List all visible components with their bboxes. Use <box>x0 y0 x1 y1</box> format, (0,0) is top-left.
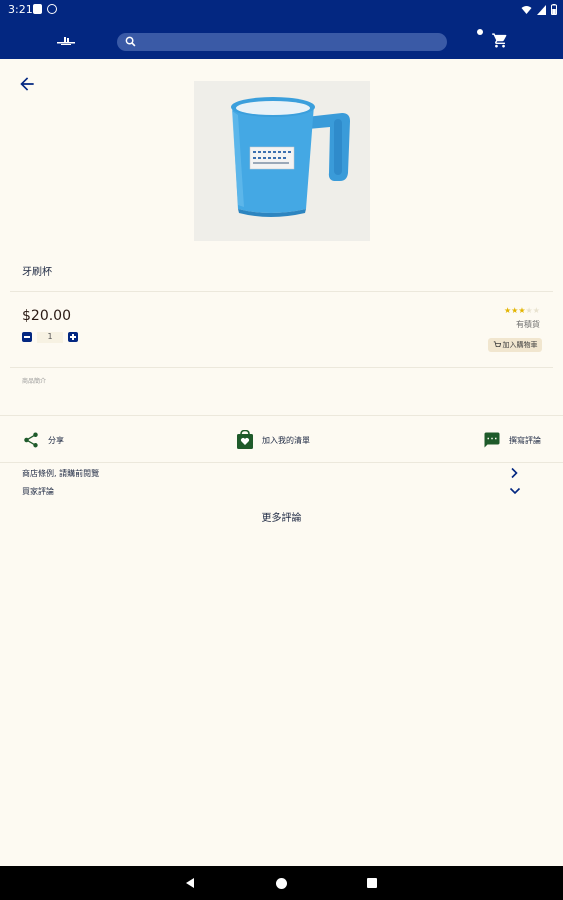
system-navigation-bar <box>0 866 563 900</box>
shop-policy-row[interactable]: 商店條例, 請購前閱覽 <box>22 468 522 479</box>
product-name: 牙刷杯 <box>22 267 52 278</box>
quantity-increase-button[interactable] <box>68 332 78 342</box>
app-bar <box>0 20 563 59</box>
wishlist-label: 加入我的清單 <box>262 435 310 445</box>
back-arrow-icon[interactable] <box>16 74 38 94</box>
share-label: 分享 <box>48 435 64 445</box>
nav-recent-apps-icon[interactable] <box>367 878 377 888</box>
product-intro-label: 商品簡介 <box>22 378 47 385</box>
mug-illustration <box>231 97 350 217</box>
quantity-decrease-button[interactable] <box>22 332 32 342</box>
divider <box>0 415 563 416</box>
search-bar[interactable] <box>117 33 447 51</box>
star-icon: ★ <box>525 306 533 315</box>
battery-icon <box>551 4 557 15</box>
add-to-cart-label: 加入購物車 <box>502 341 538 349</box>
product-price: $20.00 <box>22 308 71 324</box>
logo-icon[interactable] <box>57 35 75 45</box>
star-icon: ★ <box>532 306 540 315</box>
wishlist-bag-icon <box>237 430 253 449</box>
divider <box>10 291 553 292</box>
nav-back-icon[interactable] <box>186 878 194 888</box>
sync-icon <box>47 4 57 14</box>
share-icon <box>24 432 38 448</box>
chevron-down-icon[interactable] <box>509 486 521 496</box>
add-to-wishlist-button[interactable]: 加入我的清單 <box>236 429 310 451</box>
status-bar: 3:21 <box>0 0 563 20</box>
add-to-cart-button[interactable]: 加入購物車 <box>488 338 542 352</box>
review-label: 撰寫評論 <box>509 435 541 445</box>
star-icon: ★ <box>518 306 526 315</box>
cart-badge <box>477 29 483 35</box>
buyer-reviews-row[interactable]: 買家評論 <box>22 486 522 497</box>
wifi-icon <box>521 5 532 14</box>
signal-icon <box>537 4 546 15</box>
quantity-value[interactable]: 1 <box>37 332 63 343</box>
search-input[interactable] <box>141 33 436 51</box>
notification-icon <box>33 4 42 14</box>
chevron-right-icon[interactable] <box>509 467 519 479</box>
system-icons <box>521 4 557 15</box>
status-time: 3:21 <box>8 3 33 16</box>
share-button[interactable]: 分享 <box>22 429 64 451</box>
divider <box>0 462 563 463</box>
rating-stars: ★★★★★ <box>504 306 540 315</box>
product-image <box>194 81 370 241</box>
stock-status: 有積貨 <box>516 320 540 329</box>
more-reviews-link[interactable]: 更多評論 <box>0 509 563 524</box>
divider <box>10 367 553 368</box>
cart-add-icon <box>493 341 501 347</box>
cart-icon[interactable] <box>491 32 509 49</box>
write-review-button[interactable]: 撰寫評論 <box>483 429 541 451</box>
review-icon <box>484 432 500 448</box>
notification-icons <box>33 4 57 14</box>
search-icon <box>125 36 136 47</box>
nav-home-icon[interactable] <box>276 878 287 889</box>
